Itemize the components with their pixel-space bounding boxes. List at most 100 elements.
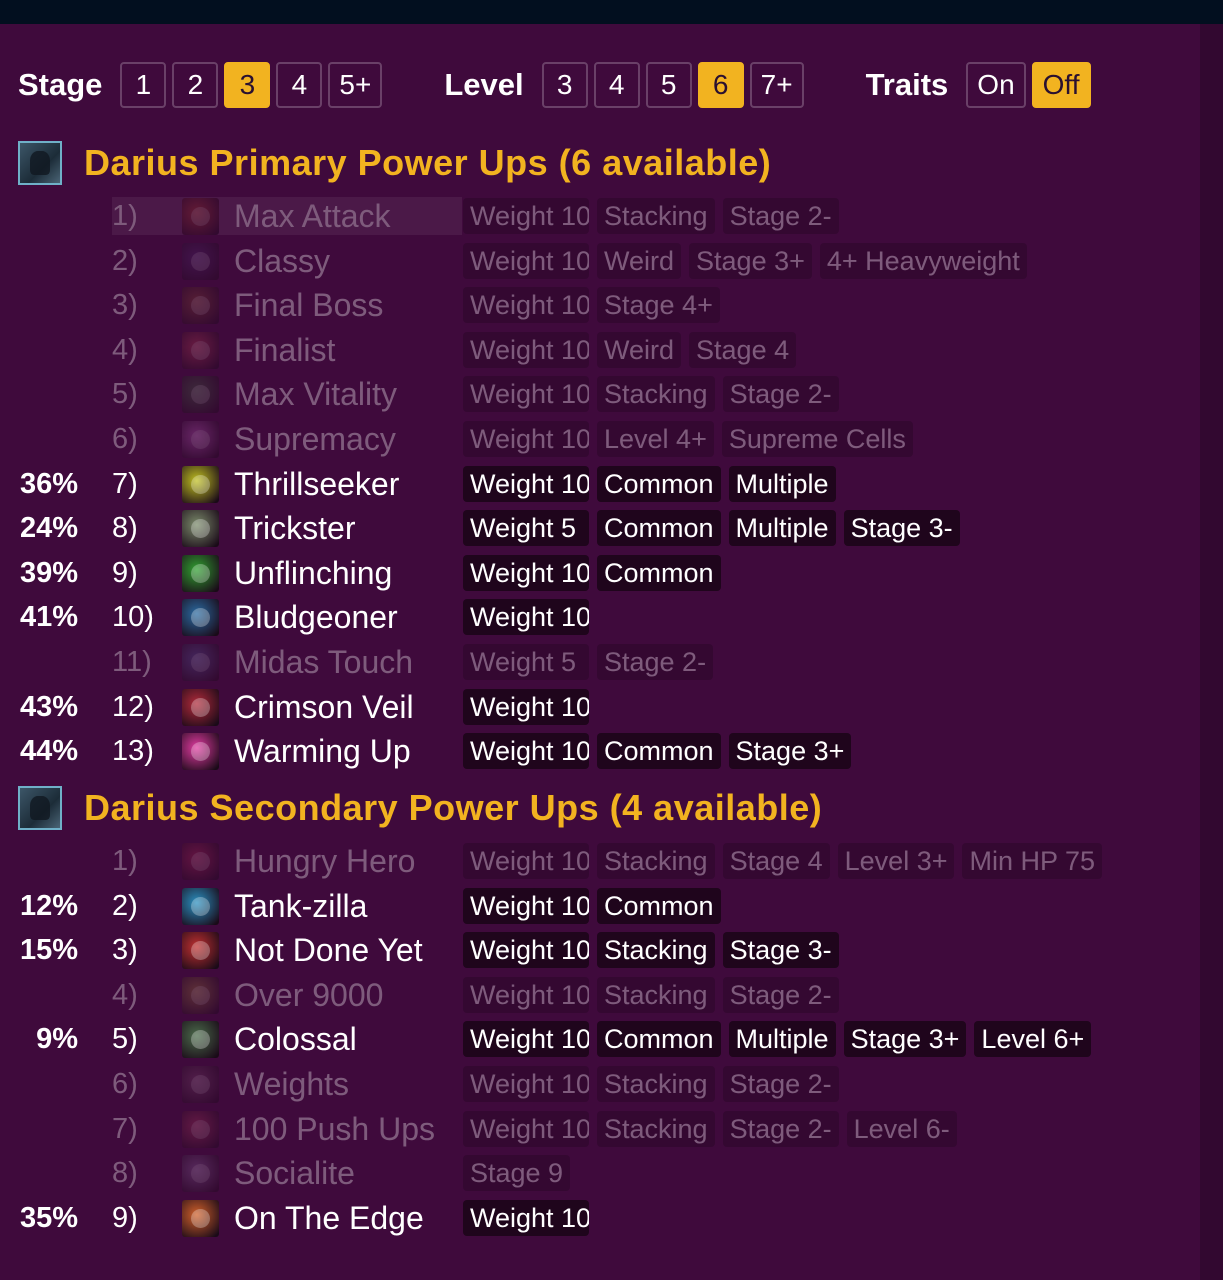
power-up-name[interactable]: Finalist bbox=[234, 332, 335, 368]
power-up-row[interactable]: 9% 5) Colossal Weight 10 Common Multiple Stage… bbox=[0, 1018, 1200, 1063]
power-up-row[interactable]: 6) Supremacy Weight 10 Level 4+ Supreme Cell… bbox=[0, 418, 1200, 463]
power-up-row[interactable]: 1) Hungry Hero Weight 10 Stacking Stage 4 Lev… bbox=[0, 840, 1200, 885]
traits-option-button[interactable]: On bbox=[966, 62, 1026, 108]
power-up-name[interactable]: Not Done Yet bbox=[234, 932, 423, 968]
primary-section-title: Darius Primary Power Ups (6 available) bbox=[84, 142, 772, 183]
power-up-tags: Weight 10 Common bbox=[463, 887, 729, 924]
power-up-name[interactable]: Classy bbox=[234, 243, 330, 279]
pick-rate: 12% bbox=[19, 889, 78, 922]
tag-badge: Weight 10 bbox=[463, 1199, 589, 1236]
pick-rate: 15% bbox=[19, 934, 78, 967]
tag-badge: Level 6- bbox=[846, 1110, 957, 1147]
stage-option-button[interactable]: 2 bbox=[172, 62, 219, 108]
power-up-row[interactable]: 1) Max Attack Weight 10 Stacking Stage 2- bbox=[0, 195, 1200, 240]
power-up-name[interactable]: Over 9000 bbox=[234, 977, 383, 1013]
power-up-name[interactable]: Tank-zilla bbox=[234, 888, 367, 924]
level-option-button[interactable]: 7+ bbox=[749, 62, 804, 108]
tag-badge: Stacking bbox=[597, 376, 715, 413]
power-up-name[interactable]: Unflinching bbox=[234, 555, 392, 591]
power-up-index: 2) bbox=[112, 889, 138, 922]
power-up-tags: Weight 10 Stacking Stage 2- Level 6- bbox=[463, 1110, 965, 1147]
tag-badge: Weight 5 bbox=[463, 643, 589, 680]
level-option-button[interactable]: 6 bbox=[697, 62, 744, 108]
power-up-row[interactable]: 3) Final Boss Weight 10 Stage 4+ bbox=[0, 284, 1200, 329]
tag-badge: Weight 10 bbox=[463, 465, 589, 502]
stage-option-button[interactable]: 4 bbox=[276, 62, 323, 108]
power-up-name[interactable]: Midas Touch bbox=[234, 644, 413, 680]
tank-zilla-icon bbox=[182, 887, 219, 925]
top-bar bbox=[0, 0, 1223, 24]
tag-badge: Common bbox=[597, 510, 721, 547]
power-up-name[interactable]: Warming Up bbox=[234, 733, 411, 769]
power-up-index: 5) bbox=[112, 1023, 138, 1056]
tag-badge: Common bbox=[597, 465, 721, 502]
power-up-name[interactable]: Thrillseeker bbox=[234, 466, 399, 502]
power-up-row[interactable]: 4) Finalist Weight 10 Weird Stage 4 bbox=[0, 329, 1200, 374]
stage-filter-label: Stage bbox=[18, 67, 103, 102]
power-up-row[interactable]: 35% 9) On The Edge Weight 10 bbox=[0, 1197, 1200, 1242]
filter-bar: Stage 1 2 3 4 5+ Level 3 4 5 6 7+ Traits On Off bbox=[18, 60, 1097, 110]
power-up-tags: Weight 10 Weird Stage 4 bbox=[463, 331, 804, 368]
power-up-name[interactable]: Final Boss bbox=[234, 287, 383, 323]
power-up-row[interactable]: 39% 9) Unflinching Weight 10 Common bbox=[0, 552, 1200, 597]
power-up-tags: Weight 5 Stage 2- bbox=[463, 643, 721, 680]
power-up-tags: Weight 10 Stage 4+ bbox=[463, 287, 728, 324]
power-up-tags: Weight 10 Level 4+ Supreme Cells bbox=[463, 420, 921, 457]
power-up-name[interactable]: Max Attack bbox=[234, 198, 391, 234]
power-up-name[interactable]: Hungry Hero bbox=[234, 843, 415, 879]
power-up-index: 2) bbox=[112, 244, 138, 277]
power-up-row[interactable]: 6) Weights Weight 10 Stacking Stage 2- bbox=[0, 1063, 1200, 1108]
power-up-row[interactable]: 44% 13) Warming Up Weight 10 Common Stage 3+ bbox=[0, 730, 1200, 775]
power-up-row[interactable]: 12% 2) Tank-zilla Weight 10 Common bbox=[0, 885, 1200, 930]
power-up-row[interactable]: 2) Classy Weight 10 Weird Stage 3+ 4+ Heavywe… bbox=[0, 240, 1200, 285]
power-up-row[interactable]: 15% 3) Not Done Yet Weight 10 Stacking Stage … bbox=[0, 929, 1200, 974]
stage-option-button[interactable]: 1 bbox=[120, 62, 167, 108]
power-up-tags: Weight 10 Stacking Stage 2- bbox=[463, 1065, 847, 1102]
power-up-index: 7) bbox=[112, 467, 138, 500]
tag-badge: Weight 10 bbox=[463, 287, 589, 324]
power-up-row[interactable]: 41% 10) Bludgeoner Weight 10 bbox=[0, 596, 1200, 641]
darius-champion-icon bbox=[18, 786, 62, 830]
tag-badge: Level 4+ bbox=[597, 420, 714, 457]
power-up-name[interactable]: 100 Push Ups bbox=[234, 1111, 435, 1147]
power-up-name[interactable]: Trickster bbox=[234, 510, 355, 546]
power-up-tags: Weight 10 bbox=[463, 1199, 597, 1236]
tag-badge: Multiple bbox=[728, 510, 836, 547]
level-option-button[interactable]: 4 bbox=[593, 62, 640, 108]
tag-badge: Stage 3- bbox=[722, 932, 839, 969]
power-up-row[interactable]: 24% 8) Trickster Weight 5 Common Multiple Stag… bbox=[0, 507, 1200, 552]
power-up-row[interactable]: 43% 12) Crimson Veil Weight 10 bbox=[0, 686, 1200, 731]
power-up-row[interactable]: 8) Socialite Stage 9 bbox=[0, 1152, 1200, 1197]
power-up-row[interactable]: 11) Midas Touch Weight 5 Stage 2- bbox=[0, 641, 1200, 686]
traits-option-button[interactable]: Off bbox=[1031, 62, 1091, 108]
power-up-name[interactable]: Weights bbox=[234, 1066, 349, 1102]
tag-badge: Level 6+ bbox=[974, 1021, 1092, 1058]
power-up-name[interactable]: On The Edge bbox=[234, 1200, 424, 1236]
power-up-row[interactable]: 7) 100 Push Ups Weight 10 Stacking Stage 2- L… bbox=[0, 1108, 1200, 1153]
level-option-button[interactable]: 5 bbox=[645, 62, 692, 108]
power-up-name[interactable]: Colossal bbox=[234, 1021, 357, 1057]
power-up-tags: Stage 9 bbox=[463, 1155, 578, 1192]
stage-option-button[interactable]: 3 bbox=[224, 62, 271, 108]
stage-option-button[interactable]: 5+ bbox=[328, 62, 383, 108]
power-up-name[interactable]: Bludgeoner bbox=[234, 599, 398, 635]
primary-section-header: Darius Primary Power Ups (6 available) bbox=[18, 139, 771, 187]
level-option-button[interactable]: 3 bbox=[541, 62, 588, 108]
tag-badge: Stacking bbox=[597, 198, 715, 234]
classy-icon bbox=[182, 242, 219, 280]
power-up-name[interactable]: Supremacy bbox=[234, 421, 396, 457]
power-up-tags: Weight 10 bbox=[463, 688, 597, 725]
pick-rate: 36% bbox=[19, 467, 78, 500]
tag-badge: Weight 10 bbox=[463, 688, 589, 725]
tag-badge: Stage 3+ bbox=[728, 733, 852, 770]
tag-badge: Multiple bbox=[728, 1021, 836, 1058]
power-up-name[interactable]: Crimson Veil bbox=[234, 689, 414, 725]
power-up-row[interactable]: 4) Over 9000 Weight 10 Stacking Stage 2- bbox=[0, 974, 1200, 1019]
pick-rate: 24% bbox=[19, 512, 78, 545]
secondary-section-header: Darius Secondary Power Ups (4 available) bbox=[18, 784, 822, 832]
tag-badge: Weight 10 bbox=[463, 198, 589, 234]
power-up-row[interactable]: 5) Max Vitality Weight 10 Stacking Stage 2- bbox=[0, 373, 1200, 418]
power-up-name[interactable]: Max Vitality bbox=[234, 376, 397, 412]
power-up-row[interactable]: 36% 7) Thrillseeker Weight 10 Common Multiple bbox=[0, 463, 1200, 508]
power-up-name[interactable]: Socialite bbox=[234, 1155, 355, 1191]
